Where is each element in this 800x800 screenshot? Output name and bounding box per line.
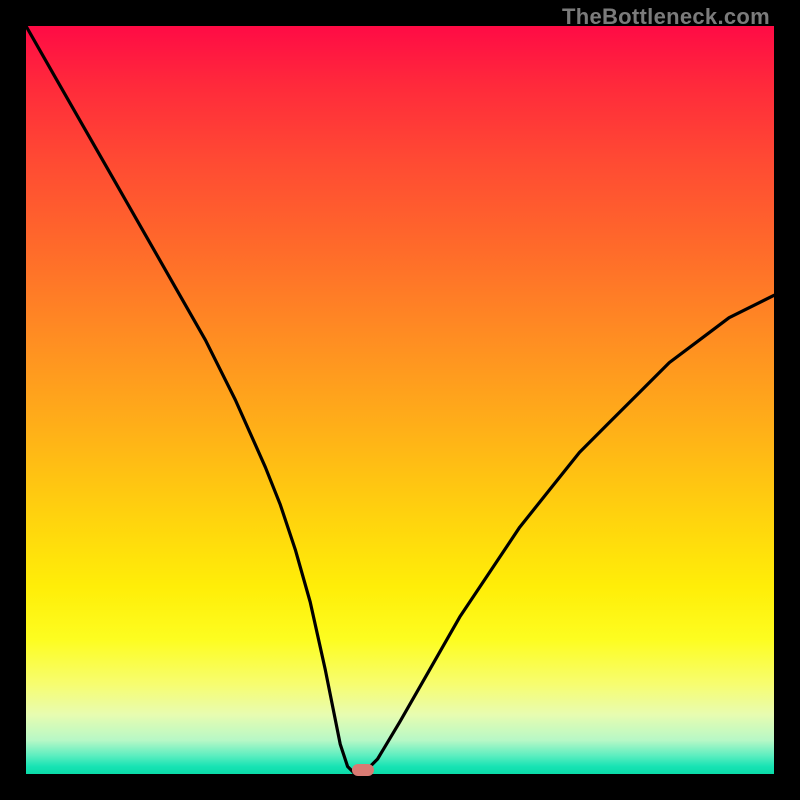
plot-area xyxy=(26,26,774,774)
bottleneck-curve xyxy=(26,26,774,774)
optimal-point-marker xyxy=(352,764,374,776)
chart-frame: TheBottleneck.com xyxy=(0,0,800,800)
